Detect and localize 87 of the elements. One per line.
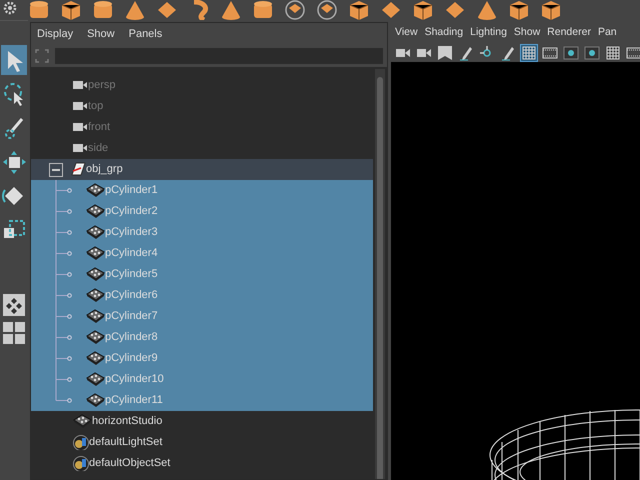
tree-connector-icon <box>55 285 72 306</box>
circle-icon[interactable] <box>316 0 338 20</box>
outliner-item[interactable]: side <box>31 138 373 159</box>
grid-icon <box>521 45 537 61</box>
mesh-icon <box>86 330 105 345</box>
cylinder-icon[interactable] <box>252 0 274 20</box>
menu-item[interactable]: Shading <box>424 25 464 41</box>
outliner-item[interactable]: persp <box>31 75 373 96</box>
diamond-icon[interactable] <box>380 0 402 20</box>
outliner-item[interactable]: defaultLightSet <box>31 432 373 453</box>
grid-button[interactable] <box>605 45 621 61</box>
mesh-icon <box>86 246 105 261</box>
mesh-icon <box>73 414 92 429</box>
outliner-item[interactable]: pCylinder7 <box>31 306 373 327</box>
search-field[interactable] <box>55 48 383 64</box>
layout-icon[interactable] <box>2 321 26 345</box>
cone-icon[interactable] <box>220 0 242 20</box>
outliner-item[interactable]: obj_grp <box>31 159 373 180</box>
dot-button[interactable] <box>563 45 579 61</box>
outliner-item[interactable]: pCylinder1 <box>31 180 373 201</box>
scrollbar-thumb[interactable] <box>377 77 383 479</box>
film-icon <box>626 45 640 61</box>
outliner-item[interactable]: pCylinder6 <box>31 285 373 306</box>
cylinder-icon[interactable] <box>92 0 114 20</box>
dot-button[interactable] <box>584 45 600 61</box>
tree-connector-icon <box>55 180 72 201</box>
menu-item[interactable]: Pan <box>598 25 617 41</box>
tree-connector-icon <box>55 348 72 369</box>
mesh-icon <box>86 393 105 408</box>
outliner-item[interactable]: pCylinder9 <box>31 348 373 369</box>
cube-icon[interactable] <box>540 0 562 20</box>
cylinder-icon[interactable] <box>28 0 50 20</box>
mesh-icon <box>86 267 105 282</box>
outliner-item[interactable]: pCylinder3 <box>31 222 373 243</box>
outliner-item[interactable]: pCylinder10 <box>31 369 373 390</box>
grid-button[interactable] <box>521 45 537 61</box>
outliner-item[interactable]: horizontStudio <box>31 411 373 432</box>
tree-connector-icon <box>55 327 72 348</box>
tree-connector-icon <box>55 243 72 264</box>
collapse-toggle[interactable] <box>49 162 63 176</box>
diamond-icon[interactable] <box>444 0 466 20</box>
menu-item[interactable]: Renderer <box>547 25 591 41</box>
mesh-icon <box>86 309 105 324</box>
cone-icon[interactable] <box>476 0 498 20</box>
pen-icon <box>500 45 516 61</box>
outliner-item[interactable]: top <box>31 96 373 117</box>
outliner-item[interactable]: pCylinder2 <box>31 201 373 222</box>
grid-icon <box>605 45 621 61</box>
mesh-icon <box>86 288 105 303</box>
mesh-icon <box>86 351 105 366</box>
tree-connector-icon <box>55 264 72 285</box>
mesh-icon <box>86 372 105 387</box>
menu-item[interactable]: Panels <box>128 26 162 42</box>
outliner-item[interactable]: pCylinder8 <box>31 327 373 348</box>
menu-item[interactable]: Show <box>514 25 540 41</box>
scrollbar-track[interactable] <box>375 69 385 479</box>
tree-connector-icon <box>55 222 72 243</box>
layout-icon[interactable] <box>2 293 26 317</box>
diamond-icon[interactable] <box>156 0 178 20</box>
cube-icon[interactable] <box>60 0 82 20</box>
cube-icon[interactable] <box>348 0 370 20</box>
cube-icon[interactable] <box>508 0 530 20</box>
cone-icon[interactable] <box>124 0 146 20</box>
outliner-item[interactable]: pCylinder11 <box>31 390 373 411</box>
circle-icon[interactable] <box>284 0 306 20</box>
mesh-icon <box>86 183 105 198</box>
pen-button[interactable] <box>458 45 474 61</box>
outliner-item[interactable]: front <box>31 117 373 138</box>
menu-item[interactable]: Display <box>37 26 74 42</box>
mesh-icon <box>86 225 105 240</box>
outliner-item[interactable]: pCylinder5 <box>31 264 373 285</box>
bookmark-button[interactable] <box>437 45 453 61</box>
film-button[interactable] <box>542 45 558 61</box>
mesh-icon <box>86 204 105 219</box>
tree-connector-icon <box>55 306 72 327</box>
group-icon <box>71 162 86 177</box>
menu-item[interactable]: Lighting <box>470 25 507 41</box>
menu-item[interactable]: Show <box>87 26 115 42</box>
pen-button[interactable] <box>500 45 516 61</box>
outliner-item[interactable]: defaultObjectSet <box>31 453 373 474</box>
pen-icon <box>458 45 474 61</box>
outliner-item[interactable]: pCylinder4 <box>31 243 373 264</box>
menu-item[interactable]: View <box>395 25 418 41</box>
film-button[interactable] <box>626 45 640 61</box>
film-icon <box>542 45 558 61</box>
cube-icon[interactable] <box>412 0 434 20</box>
tree-connector-icon <box>55 201 72 222</box>
